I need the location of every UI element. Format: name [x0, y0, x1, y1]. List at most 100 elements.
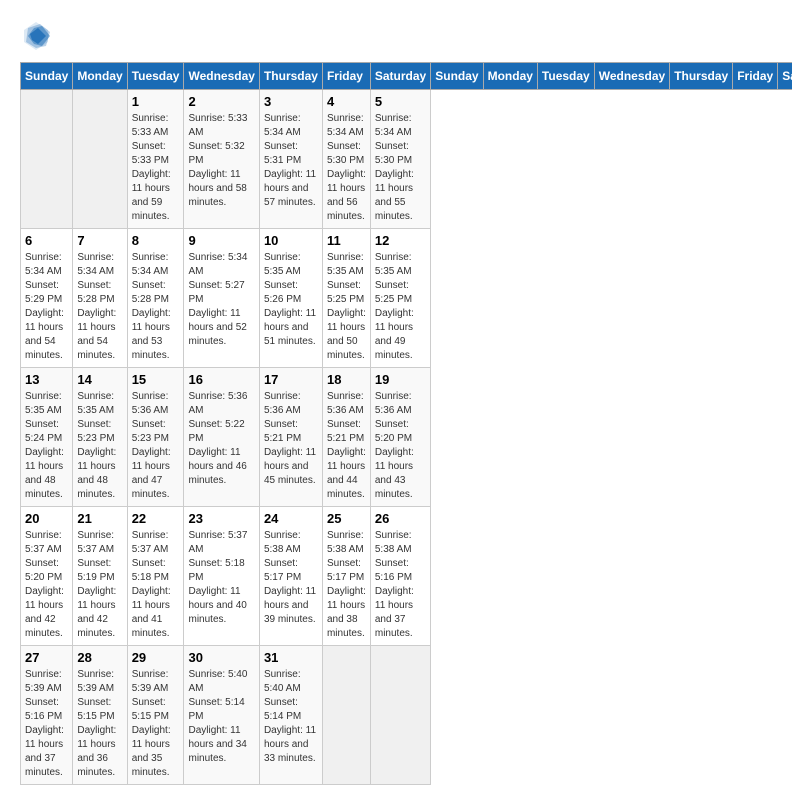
- day-number: 13: [25, 372, 68, 387]
- page-header: [20, 20, 772, 52]
- day-info: Sunrise: 5:34 AM Sunset: 5:28 PM Dayligh…: [132, 251, 180, 363]
- day-number: 6: [25, 233, 68, 248]
- day-number: 18: [327, 372, 366, 387]
- calendar-cell: 11 Sunrise: 5:35 AM Sunset: 5:25 PM Dayli…: [322, 229, 370, 368]
- calendar-cell: 31 Sunrise: 5:40 AM Sunset: 5:14 PM Dayli…: [259, 646, 322, 785]
- day-info: Sunrise: 5:39 AM Sunset: 5:16 PM Dayligh…: [25, 668, 68, 780]
- weekday-header-wednesday: Wednesday: [594, 63, 669, 90]
- calendar-cell: [73, 90, 127, 229]
- calendar-cell: 3 Sunrise: 5:34 AM Sunset: 5:31 PM Daylig…: [259, 90, 322, 229]
- day-info: Sunrise: 5:34 AM Sunset: 5:31 PM Dayligh…: [264, 112, 318, 210]
- calendar-cell: 14 Sunrise: 5:35 AM Sunset: 5:23 PM Dayli…: [73, 368, 127, 507]
- day-number: 17: [264, 372, 318, 387]
- calendar-cell: 4Sunrise: 5:34 AM Sunset: 5:30 PM Daylig…: [322, 90, 370, 229]
- logo: [20, 20, 58, 52]
- day-number: 3: [264, 94, 318, 109]
- day-info: Sunrise: 5:35 AM Sunset: 5:23 PM Dayligh…: [77, 390, 122, 502]
- calendar-cell: 10Sunrise: 5:35 AM Sunset: 5:26 PM Dayli…: [259, 229, 322, 368]
- weekday-header-tuesday: Tuesday: [127, 63, 184, 90]
- day-info: Sunrise: 5:39 AM Sunset: 5:15 PM Dayligh…: [132, 668, 180, 780]
- day-number: 10: [264, 233, 318, 248]
- calendar-cell: 1 Sunrise: 5:33 AM Sunset: 5:33 PM Daylig…: [127, 90, 184, 229]
- calendar-cell: 15 Sunrise: 5:36 AM Sunset: 5:23 PM Dayli…: [127, 368, 184, 507]
- calendar-cell: 24 Sunrise: 5:38 AM Sunset: 5:17 PM Dayli…: [259, 507, 322, 646]
- weekday-header-sunday: Sunday: [21, 63, 73, 90]
- day-info: Sunrise: 5:40 AM Sunset: 5:14 PM Dayligh…: [188, 668, 254, 766]
- weekday-header-sunday: Sunday: [431, 63, 483, 90]
- day-number: 28: [77, 650, 122, 665]
- day-info: Sunrise: 5:33 AM Sunset: 5:33 PM Dayligh…: [132, 112, 180, 224]
- day-info: Sunrise: 5:38 AM Sunset: 5:17 PM Dayligh…: [327, 529, 366, 641]
- day-number: 9: [188, 233, 254, 248]
- day-number: 7: [77, 233, 122, 248]
- day-number: 24: [264, 511, 318, 526]
- day-info: Sunrise: 5:35 AM Sunset: 5:25 PM Dayligh…: [327, 251, 366, 363]
- day-number: 19: [375, 372, 426, 387]
- calendar-cell: 9 Sunrise: 5:34 AM Sunset: 5:27 PM Daylig…: [184, 229, 259, 368]
- day-info: Sunrise: 5:34 AM Sunset: 5:28 PM Dayligh…: [77, 251, 122, 363]
- calendar-cell: 7 Sunrise: 5:34 AM Sunset: 5:28 PM Daylig…: [73, 229, 127, 368]
- weekday-header-wednesday: Wednesday: [184, 63, 259, 90]
- day-info: Sunrise: 5:34 AM Sunset: 5:27 PM Dayligh…: [188, 251, 254, 349]
- calendar-cell: 5Sunrise: 5:34 AM Sunset: 5:30 PM Daylig…: [370, 90, 430, 229]
- day-number: 12: [375, 233, 426, 248]
- calendar-cell: [21, 90, 73, 229]
- day-info: Sunrise: 5:36 AM Sunset: 5:21 PM Dayligh…: [264, 390, 318, 488]
- calendar-cell: 22 Sunrise: 5:37 AM Sunset: 5:18 PM Dayli…: [127, 507, 184, 646]
- day-info: Sunrise: 5:36 AM Sunset: 5:22 PM Dayligh…: [188, 390, 254, 488]
- weekday-header-saturday: Saturday: [370, 63, 430, 90]
- day-number: 5: [375, 94, 426, 109]
- calendar-cell: 6Sunrise: 5:34 AM Sunset: 5:29 PM Daylig…: [21, 229, 73, 368]
- calendar-week-row: 20 Sunrise: 5:37 AM Sunset: 5:20 PM Dayli…: [21, 507, 792, 646]
- calendar-cell: 28Sunrise: 5:39 AM Sunset: 5:15 PM Dayli…: [73, 646, 127, 785]
- calendar-cell: 30 Sunrise: 5:40 AM Sunset: 5:14 PM Dayli…: [184, 646, 259, 785]
- calendar-cell: 12Sunrise: 5:35 AM Sunset: 5:25 PM Dayli…: [370, 229, 430, 368]
- calendar-cell: 23Sunrise: 5:37 AM Sunset: 5:18 PM Dayli…: [184, 507, 259, 646]
- calendar-cell: 13 Sunrise: 5:35 AM Sunset: 5:24 PM Dayli…: [21, 368, 73, 507]
- calendar-week-row: 27 Sunrise: 5:39 AM Sunset: 5:16 PM Dayli…: [21, 646, 792, 785]
- day-number: 20: [25, 511, 68, 526]
- calendar-cell: 21Sunrise: 5:37 AM Sunset: 5:19 PM Dayli…: [73, 507, 127, 646]
- day-number: 11: [327, 233, 366, 248]
- day-number: 22: [132, 511, 180, 526]
- day-number: 2: [188, 94, 254, 109]
- day-number: 31: [264, 650, 318, 665]
- day-info: Sunrise: 5:37 AM Sunset: 5:18 PM Dayligh…: [132, 529, 180, 641]
- day-number: 30: [188, 650, 254, 665]
- day-number: 27: [25, 650, 68, 665]
- day-number: 14: [77, 372, 122, 387]
- logo-icon: [20, 20, 52, 52]
- calendar-cell: 16Sunrise: 5:36 AM Sunset: 5:22 PM Dayli…: [184, 368, 259, 507]
- calendar-cell: 2 Sunrise: 5:33 AM Sunset: 5:32 PM Daylig…: [184, 90, 259, 229]
- day-number: 25: [327, 511, 366, 526]
- weekday-header-monday: Monday: [73, 63, 127, 90]
- weekday-header-thursday: Thursday: [259, 63, 322, 90]
- day-info: Sunrise: 5:38 AM Sunset: 5:17 PM Dayligh…: [264, 529, 318, 627]
- day-number: 8: [132, 233, 180, 248]
- day-info: Sunrise: 5:34 AM Sunset: 5:30 PM Dayligh…: [327, 112, 366, 224]
- day-number: 15: [132, 372, 180, 387]
- calendar-cell: 26 Sunrise: 5:38 AM Sunset: 5:16 PM Dayli…: [370, 507, 430, 646]
- day-info: Sunrise: 5:40 AM Sunset: 5:14 PM Dayligh…: [264, 668, 318, 766]
- calendar-cell: 17 Sunrise: 5:36 AM Sunset: 5:21 PM Dayli…: [259, 368, 322, 507]
- weekday-header-tuesday: Tuesday: [537, 63, 594, 90]
- day-info: Sunrise: 5:38 AM Sunset: 5:16 PM Dayligh…: [375, 529, 426, 641]
- weekday-header-saturday: Saturday: [778, 63, 792, 90]
- calendar-week-row: 1 Sunrise: 5:33 AM Sunset: 5:33 PM Daylig…: [21, 90, 792, 229]
- day-info: Sunrise: 5:37 AM Sunset: 5:20 PM Dayligh…: [25, 529, 68, 641]
- weekday-header-thursday: Thursday: [670, 63, 733, 90]
- calendar-cell: [370, 646, 430, 785]
- calendar-week-row: 13 Sunrise: 5:35 AM Sunset: 5:24 PM Dayli…: [21, 368, 792, 507]
- day-info: Sunrise: 5:35 AM Sunset: 5:24 PM Dayligh…: [25, 390, 68, 502]
- day-info: Sunrise: 5:33 AM Sunset: 5:32 PM Dayligh…: [188, 112, 254, 210]
- calendar-cell: 18Sunrise: 5:36 AM Sunset: 5:21 PM Dayli…: [322, 368, 370, 507]
- calendar-cell: [322, 646, 370, 785]
- day-number: 1: [132, 94, 180, 109]
- day-number: 29: [132, 650, 180, 665]
- day-number: 26: [375, 511, 426, 526]
- day-info: Sunrise: 5:36 AM Sunset: 5:23 PM Dayligh…: [132, 390, 180, 502]
- calendar-header-row: SundayMondayTuesdayWednesdayThursdayFrid…: [21, 63, 792, 90]
- calendar-cell: 27 Sunrise: 5:39 AM Sunset: 5:16 PM Dayli…: [21, 646, 73, 785]
- weekday-header-friday: Friday: [733, 63, 778, 90]
- day-info: Sunrise: 5:37 AM Sunset: 5:19 PM Dayligh…: [77, 529, 122, 641]
